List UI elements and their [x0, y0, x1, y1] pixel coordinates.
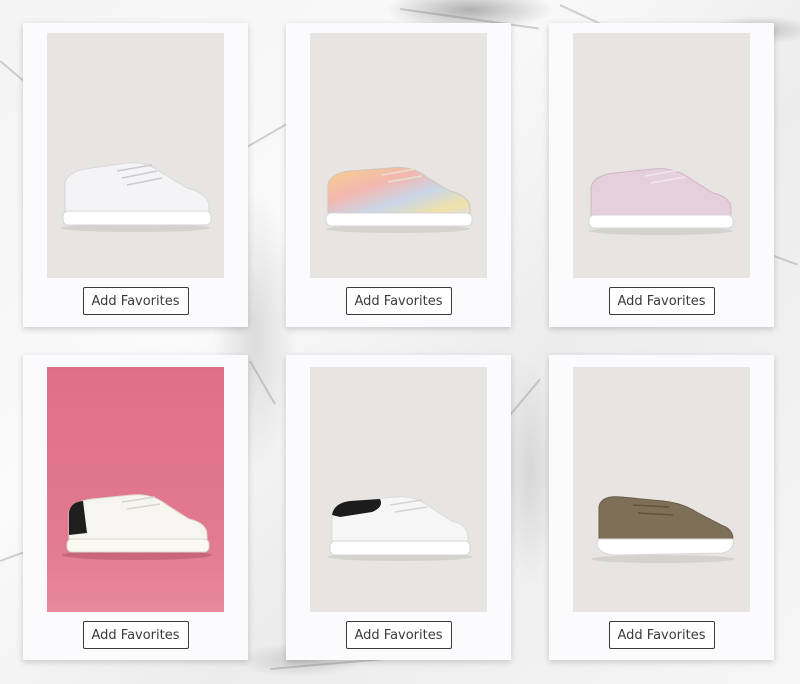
add-favorites-button[interactable]: Add Favorites	[608, 621, 715, 649]
tie-dye-sneaker-icon	[325, 167, 473, 233]
product-image[interactable]	[573, 367, 750, 612]
khaki-knit-sneaker-icon	[591, 496, 735, 563]
leather-sneaker-icon	[62, 494, 212, 560]
product-card: Add Favorites	[23, 355, 248, 660]
product-card: Add Favorites	[549, 355, 774, 660]
product-card: Add Favorites	[549, 23, 774, 327]
pink-sneaker-icon	[588, 168, 734, 235]
white-sneaker-icon	[60, 162, 212, 232]
product-image[interactable]	[310, 367, 487, 612]
add-favorites-button[interactable]: Add Favorites	[345, 287, 452, 315]
add-favorites-button[interactable]: Add Favorites	[608, 287, 715, 315]
product-card: Add Favorites	[23, 23, 248, 327]
product-image[interactable]	[573, 33, 750, 278]
product-image[interactable]	[47, 33, 224, 278]
add-favorites-button[interactable]: Add Favorites	[82, 621, 189, 649]
add-favorites-button[interactable]: Add Favorites	[82, 287, 189, 315]
product-image[interactable]	[47, 367, 224, 612]
marble-vein	[249, 360, 276, 405]
add-favorites-button[interactable]: Add Favorites	[345, 621, 452, 649]
product-card: Add Favorites	[286, 355, 511, 660]
black-collar-sneaker-icon	[328, 496, 472, 561]
product-card: Add Favorites	[286, 23, 511, 327]
product-image[interactable]	[310, 33, 487, 278]
